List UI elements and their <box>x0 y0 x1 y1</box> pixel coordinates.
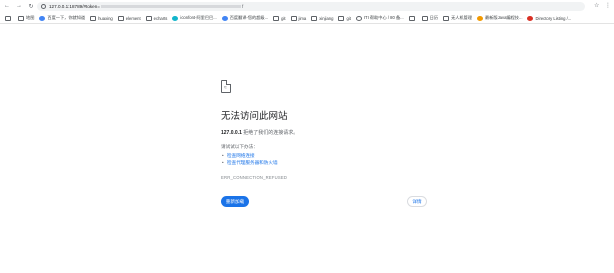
bookmark-item[interactable]: 最新版Java编程技... <box>477 15 522 21</box>
folder-icon <box>443 15 450 21</box>
folder-icon <box>408 15 415 21</box>
iti-icon <box>355 15 362 21</box>
folder-icon <box>18 15 24 21</box>
bookmark-item[interactable]: jima <box>290 15 306 21</box>
sad-document-icon: ≈ <box>221 80 231 93</box>
folder-icon <box>421 15 428 21</box>
error-description-text: 拒绝了我们的连接请求。 <box>241 130 299 136</box>
folder-icon <box>90 15 97 21</box>
bookmark-item[interactable]: ITI 帮助中心 / 80 备... <box>355 15 404 21</box>
folder-icon <box>273 15 280 21</box>
bookmark-item[interactable]: echarts <box>145 15 167 21</box>
apps-icon <box>5 15 11 21</box>
error-code: ERR_CONNECTION_REFUSED <box>221 175 288 180</box>
baidu-translate-icon <box>221 15 228 21</box>
bookmark-star-icon[interactable]: ☆ <box>594 2 599 9</box>
suggestion-check-proxy[interactable]: 检查代理服务器和防火墙 <box>222 159 433 166</box>
folder-icon <box>311 15 318 21</box>
bookmark-item[interactable]: 地图 <box>18 15 34 21</box>
error-content: ≈ 无法访问此网站 127.0.0.1 拒绝了我们的连接请求。 请试试以下办法：… <box>221 80 433 180</box>
details-button[interactable]: 详情 <box>407 196 427 207</box>
forward-arrow-icon[interactable]: → <box>14 1 24 11</box>
folder-icon <box>145 15 152 21</box>
try-label: 请试试以下办法： <box>221 144 258 149</box>
baidu-icon <box>39 15 46 21</box>
bookmark-item[interactable]: huaxing <box>90 15 113 21</box>
bookmark-item[interactable]: 百度翻译-您的超级... <box>221 15 268 21</box>
error-description: 127.0.0.1 拒绝了我们的连接请求。 <box>221 129 433 136</box>
bookmark-item[interactable]: git <box>273 15 286 21</box>
bookmark-item[interactable]: 百度一下，你就知道 <box>39 15 85 21</box>
suggestion-check-network: 检查网络连接 <box>222 152 433 159</box>
folder-icon <box>338 15 345 21</box>
url-text: 127.0.0.1:18789/#token= <box>49 4 100 9</box>
site-info-icon[interactable] <box>41 4 46 9</box>
url-redacted <box>100 5 241 8</box>
bookmark-item[interactable]: git <box>338 15 351 21</box>
reload-icon[interactable]: ↻ <box>26 1 36 11</box>
suggestion-list: 检查网络连接 检查代理服务器和防火墙 <box>221 152 433 166</box>
error-host: 127.0.0.1 <box>221 130 242 136</box>
iconfont-icon <box>172 15 179 21</box>
bookmarks-bar: 地图 百度一下，你就知道 huaxing element echarts ico… <box>0 13 614 24</box>
folder-icon <box>290 15 297 21</box>
more-vert-icon[interactable]: ⋮ <box>605 2 611 9</box>
browser-toolbar: ← → ↻ 127.0.0.1:18789/#token= f ☆ ⋮ <box>0 0 614 12</box>
bookmark-apps[interactable] <box>5 15 13 21</box>
bookmark-item[interactable]: Directory Listing /... <box>527 15 571 21</box>
bookmark-item[interactable]: element <box>117 15 141 21</box>
folder-icon <box>117 15 124 21</box>
directory-icon <box>527 15 534 21</box>
page-title: 无法访问此网站 <box>221 111 288 122</box>
java-icon <box>477 15 484 21</box>
bookmark-item[interactable]: xinjiang <box>311 15 333 21</box>
bookmark-item[interactable]: iconfont-阿里巴巴... <box>172 15 217 21</box>
url-tail: f <box>241 4 244 9</box>
bookmark-item[interactable]: 无人机管理 <box>443 15 472 21</box>
bookmark-item[interactable] <box>408 15 417 21</box>
back-arrow-icon[interactable]: ← <box>2 1 12 11</box>
bookmark-item[interactable]: 日历 <box>421 15 438 21</box>
reload-button[interactable]: 重新加载 <box>221 196 249 207</box>
address-bar[interactable]: 127.0.0.1:18789/#token= f <box>37 2 585 11</box>
